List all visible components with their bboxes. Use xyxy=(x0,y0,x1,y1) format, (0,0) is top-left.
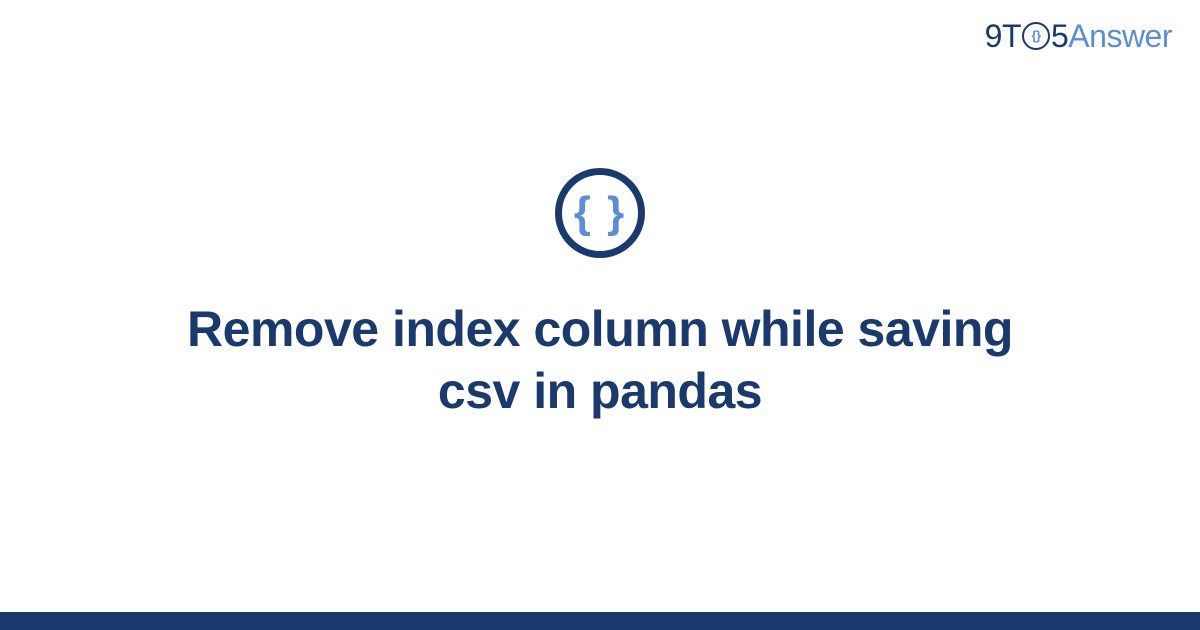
main-content: { } Remove index column while saving csv… xyxy=(0,0,1200,630)
page-title: Remove index column while saving csv in … xyxy=(150,298,1050,423)
braces-glyph: { } xyxy=(574,191,626,235)
footer-accent-bar xyxy=(0,612,1200,630)
braces-icon: { } xyxy=(555,168,645,258)
